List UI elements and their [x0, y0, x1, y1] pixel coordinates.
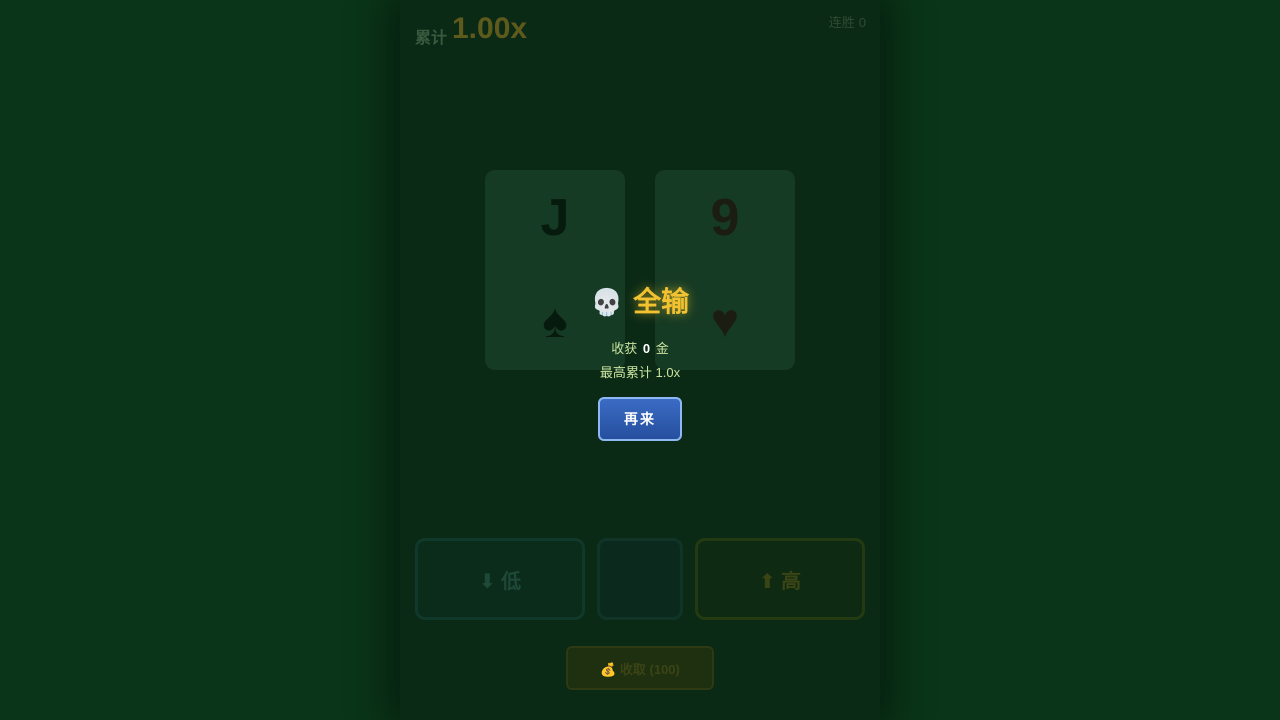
skull-icon: 💀	[590, 287, 624, 317]
gain-value: 0	[642, 341, 651, 356]
result-gain: 收获 0 金	[540, 338, 740, 357]
retry-button[interactable]: 再来	[598, 397, 682, 441]
best-value: 1.0x	[655, 365, 681, 380]
gain-prefix: 收获	[611, 341, 638, 356]
best-label: 最高累计	[599, 365, 652, 380]
result-title: 💀 全输	[540, 280, 740, 320]
result-overlay: 💀 全输 收获 0 金 最高累计 1.0x 再来	[0, 0, 1280, 720]
result-title-text: 全输	[633, 286, 690, 317]
result-best: 最高累计 1.0x	[540, 362, 740, 381]
gain-unit: 金	[655, 341, 669, 356]
